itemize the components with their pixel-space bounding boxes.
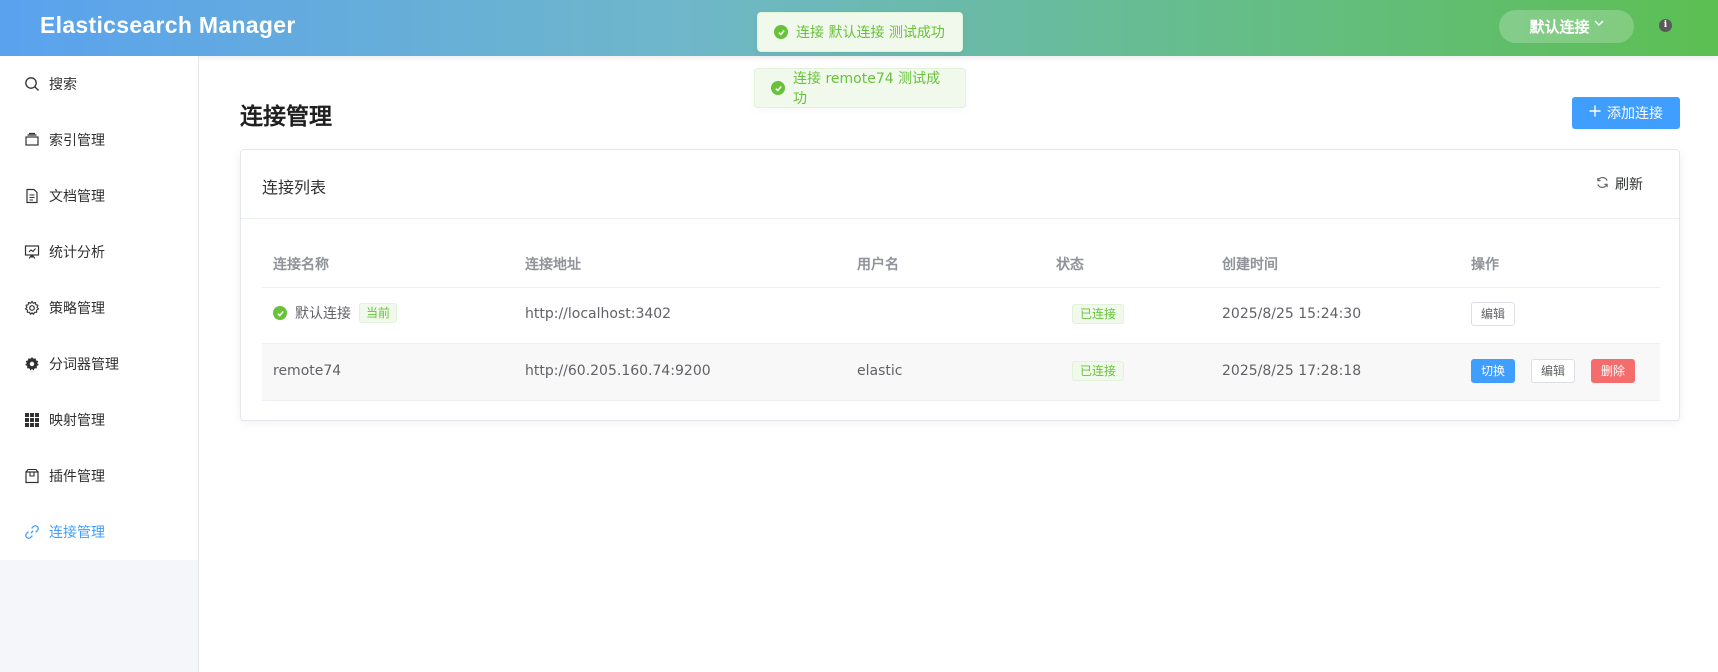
refresh-icon bbox=[1596, 176, 1609, 193]
refresh-label: 刷新 bbox=[1615, 177, 1643, 193]
column-header-status[interactable]: 状态 bbox=[1056, 254, 1084, 274]
sidebar: 搜索 索引管理 文档管理 统计分析 策略管理 分词器管理 映射管理 插件管理 连… bbox=[0, 56, 199, 672]
edit-button[interactable]: 编辑 bbox=[1471, 302, 1516, 326]
link-icon bbox=[23, 524, 40, 541]
database-icon bbox=[23, 132, 40, 149]
connection-created-time: 2025/8/25 15:24:30 bbox=[1222, 306, 1362, 322]
connection-switcher-label: 默认连接 bbox=[1529, 18, 1590, 36]
presentation-icon bbox=[23, 244, 40, 261]
connection-list-card: 连接列表 刷新 连接名称 连接地址 用户名 状态 创建时间 操作 默认连接 当前… bbox=[240, 149, 1680, 421]
check-circle-icon bbox=[774, 25, 788, 39]
connection-switcher[interactable]: 默认连接 bbox=[1499, 10, 1634, 43]
sidebar-item-policy[interactable]: 策略管理 bbox=[0, 280, 198, 336]
card-header: 连接列表 刷新 bbox=[241, 150, 1679, 219]
toast-message: 连接 默认连接 测试成功 bbox=[757, 12, 963, 52]
sidebar-item-label: 搜索 bbox=[49, 77, 77, 93]
add-connection-label: 添加连接 bbox=[1607, 106, 1663, 122]
connection-created-time: 2025/8/25 17:28:18 bbox=[1222, 363, 1362, 379]
refresh-button[interactable]: 刷新 bbox=[1596, 174, 1643, 194]
chevron-down-icon bbox=[1594, 19, 1604, 30]
column-header-url[interactable]: 连接地址 bbox=[525, 254, 581, 274]
sidebar-item-label: 索引管理 bbox=[49, 133, 105, 149]
connection-url: http://60.205.160.74:9200 bbox=[525, 363, 711, 379]
grid-icon bbox=[23, 412, 40, 429]
package-icon bbox=[23, 468, 40, 485]
connection-username: elastic bbox=[857, 363, 903, 379]
column-header-name[interactable]: 连接名称 bbox=[273, 254, 329, 274]
check-circle-icon bbox=[771, 81, 785, 95]
info-icon[interactable]: i bbox=[1659, 19, 1672, 32]
plus-icon bbox=[1589, 105, 1601, 121]
sidebar-item-label: 策略管理 bbox=[49, 301, 105, 317]
sidebar-item-search[interactable]: 搜索 bbox=[0, 56, 198, 112]
edit-button[interactable]: 编辑 bbox=[1531, 359, 1576, 383]
toast-message: 连接 remote74 测试成功 bbox=[754, 68, 966, 108]
connection-name: 默认连接 bbox=[295, 306, 351, 322]
sidebar-item-label: 统计分析 bbox=[49, 245, 105, 261]
status-badge: 已连接 bbox=[1072, 304, 1125, 324]
cog-solid-icon bbox=[23, 356, 40, 373]
sidebar-item-label: 文档管理 bbox=[49, 189, 105, 205]
sidebar-item-label: 连接管理 bbox=[49, 525, 105, 541]
table-row-background bbox=[262, 344, 1660, 400]
add-connection-button[interactable]: 添加连接 bbox=[1572, 97, 1680, 129]
sidebar-item-plugins[interactable]: 插件管理 bbox=[0, 448, 198, 504]
sidebar-item-mapping[interactable]: 映射管理 bbox=[0, 392, 198, 448]
gear-icon bbox=[23, 300, 40, 317]
current-tag: 当前 bbox=[359, 303, 398, 323]
card-title: 连接列表 bbox=[262, 178, 327, 197]
connection-name: remote74 bbox=[273, 363, 342, 379]
app-title: Elasticsearch Manager bbox=[40, 12, 296, 38]
sidebar-item-analyzer[interactable]: 分词器管理 bbox=[0, 336, 198, 392]
sidebar-item-document[interactable]: 文档管理 bbox=[0, 168, 198, 224]
column-header-username[interactable]: 用户名 bbox=[857, 254, 899, 274]
sidebar-item-label: 映射管理 bbox=[49, 413, 105, 429]
sidebar-item-label: 插件管理 bbox=[49, 469, 105, 485]
sidebar-item-connections[interactable]: 连接管理 bbox=[0, 504, 198, 560]
sidebar-empty-area bbox=[0, 560, 198, 672]
page-title: 连接管理 bbox=[240, 104, 332, 130]
delete-button[interactable]: 删除 bbox=[1591, 359, 1636, 383]
connection-name-cell: 默认连接 当前 bbox=[273, 303, 398, 323]
toast-text: 连接 默认连接 测试成功 bbox=[796, 25, 945, 41]
document-icon bbox=[23, 188, 40, 205]
switch-button[interactable]: 切换 bbox=[1471, 359, 1516, 383]
check-circle-icon bbox=[273, 306, 287, 320]
status-badge: 已连接 bbox=[1072, 361, 1125, 381]
sidebar-item-index[interactable]: 索引管理 bbox=[0, 112, 198, 168]
column-header-actions[interactable]: 操作 bbox=[1471, 254, 1499, 274]
connection-url: http://localhost:3402 bbox=[525, 306, 672, 322]
toast-text: 连接 remote74 测试成功 bbox=[793, 71, 941, 107]
table-divider bbox=[262, 287, 1660, 288]
search-icon bbox=[23, 76, 40, 93]
sidebar-item-label: 分词器管理 bbox=[49, 357, 119, 373]
sidebar-item-statistics[interactable]: 统计分析 bbox=[0, 224, 198, 280]
table-divider bbox=[262, 400, 1660, 401]
column-header-created[interactable]: 创建时间 bbox=[1222, 254, 1278, 274]
